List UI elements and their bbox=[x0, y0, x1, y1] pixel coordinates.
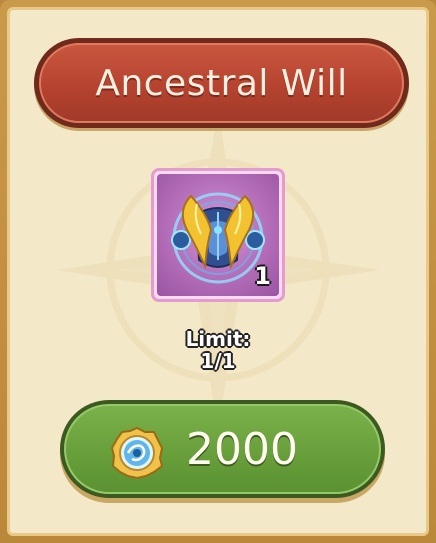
limit-value: 1/1 bbox=[200, 349, 236, 373]
blue-crystal-coin-icon bbox=[110, 426, 164, 480]
item-slot[interactable]: 1 bbox=[151, 168, 285, 302]
title-banner: Ancestral Will bbox=[34, 38, 409, 128]
item-quantity: 1 bbox=[254, 262, 271, 290]
card-panel: Ancestral Will 1 Limit: 1/1 2000 bbox=[7, 7, 429, 536]
price-label: 2000 bbox=[186, 424, 298, 475]
buy-button[interactable]: 2000 bbox=[60, 400, 385, 498]
limit-label: Limit: bbox=[185, 327, 251, 351]
page-title: Ancestral Will bbox=[95, 62, 348, 104]
purchase-limit: Limit: 1/1 bbox=[10, 328, 426, 372]
shop-item-card: Ancestral Will 1 Limit: 1/1 2000 bbox=[0, 0, 436, 543]
